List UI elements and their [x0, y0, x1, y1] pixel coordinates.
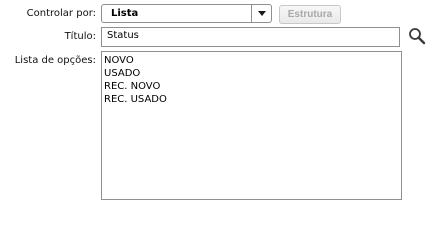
titulo-label: Título: — [64, 31, 96, 42]
search-icon[interactable] — [408, 27, 426, 45]
chevron-down-icon[interactable] — [251, 5, 271, 22]
controlar-por-label: Controlar por: — [26, 8, 96, 19]
titulo-input[interactable]: Status — [101, 27, 400, 47]
option-line: REC. USADO — [104, 94, 167, 105]
controlar-por-select[interactable]: Lista — [101, 4, 272, 23]
option-line: REC. NOVO — [104, 81, 161, 92]
option-line: NOVO — [104, 55, 134, 66]
lista-opcoes-label: Lista de opções: — [14, 55, 96, 66]
lista-opcoes-textarea[interactable]: NOVO USADO REC. NOVO REC. USADO — [101, 51, 402, 200]
controlar-por-value: Lista — [111, 8, 139, 19]
option-line: USADO — [104, 68, 141, 79]
estrutura-button[interactable]: Estrutura — [279, 5, 341, 24]
